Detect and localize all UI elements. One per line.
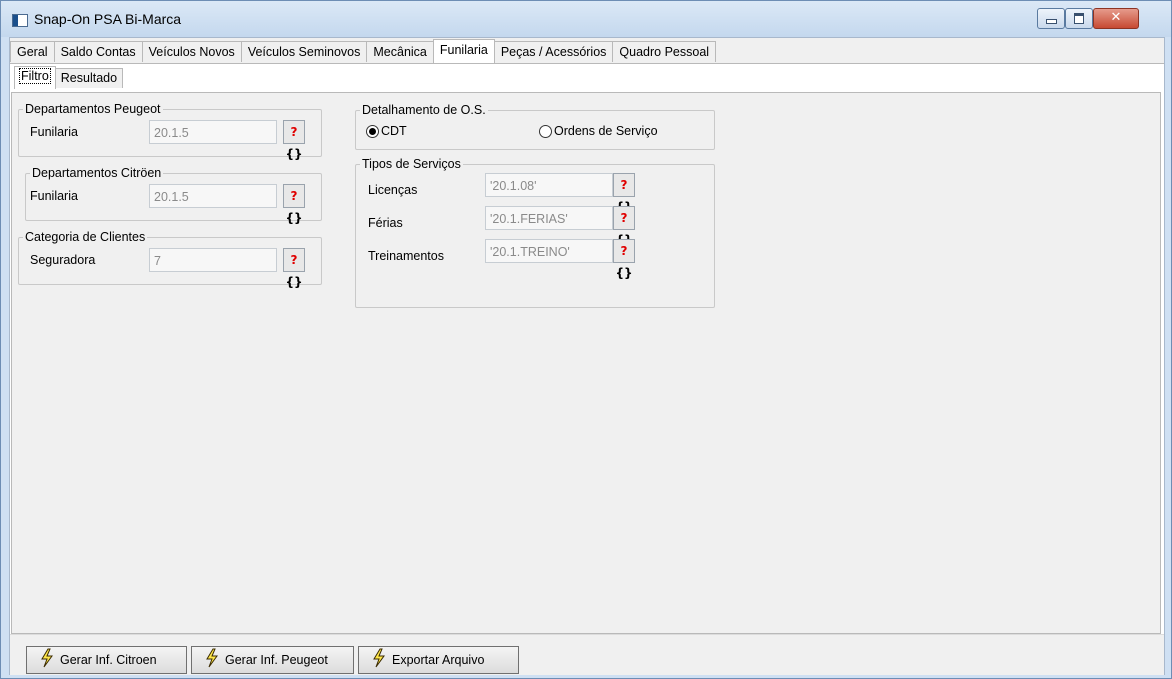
tab-saldo-contas[interactable]: Saldo Contas (53, 41, 143, 62)
lookup-icon[interactable]: ? {} (283, 120, 305, 161)
radio-ordens-servico-label[interactable]: Ordens de Serviço (554, 124, 658, 138)
lookup-q: ? (620, 178, 628, 192)
exportar-arquivo-button[interactable]: Exportar Arquivo (358, 646, 519, 674)
gerar-peugeot-label: Gerar Inf. Peugeot (225, 653, 328, 667)
group-categoria-clientes: Categoria de Clientes Seguradora 7 ? {} (18, 230, 322, 289)
window-title: Snap-On PSA Bi-Marca (34, 11, 182, 27)
minimize-button[interactable] (1037, 8, 1065, 29)
radio-cdt-label[interactable]: CDT (381, 124, 407, 138)
group-detalhamento-os: Detalhamento de O.S. CDT Ordens de Servi… (355, 103, 715, 150)
tab-veiculos-novos[interactable]: Veículos Novos (141, 41, 242, 62)
main-tab-strip: Geral Saldo Contas Veículos Novos Veícul… (10, 39, 717, 63)
tab-veiculos-seminovos[interactable]: Veículos Seminovos (240, 41, 368, 62)
lookup-brace: {} (285, 211, 303, 225)
lookup-q: ? (290, 189, 298, 203)
group-legend: Detalhamento de O.S. (360, 103, 488, 117)
maximize-button[interactable] (1065, 8, 1093, 29)
group-departamentos-citroen: Departamentos Citröen Funilaria 20.1.5 ?… (25, 166, 322, 225)
funilaria-page: Filtro Resultado Departamentos Peugeot F… (10, 63, 1164, 634)
field-label: Funilaria (30, 125, 78, 139)
app-window-icon (12, 14, 28, 27)
client-area: Geral Saldo Contas Veículos Novos Veícul… (9, 37, 1165, 675)
group-legend: Departamentos Citröen (30, 166, 164, 180)
ferias-field[interactable]: '20.1.FERIAS' (485, 206, 613, 230)
treinamentos-field[interactable]: '20.1.TREINO' (485, 239, 613, 263)
tab-mecanica[interactable]: Mecânica (366, 41, 434, 62)
group-legend: Tipos de Serviços (360, 157, 463, 171)
exportar-arquivo-label: Exportar Arquivo (392, 653, 485, 667)
tab-pecas-acessorios[interactable]: Peças / Acessórios (493, 41, 614, 62)
main-window: Snap-On PSA Bi-Marca ✕ Geral Saldo Conta… (0, 0, 1172, 679)
seguradora-field[interactable]: 7 (149, 248, 277, 272)
lookup-q: ? (290, 253, 298, 267)
lookup-icon[interactable]: ? {} (283, 184, 305, 225)
maximize-icon (1074, 13, 1084, 24)
sub-tab-strip: Filtro Resultado (14, 66, 124, 91)
citroen-funilaria-field[interactable]: 20.1.5 (149, 184, 277, 208)
licencas-label: Licenças (368, 183, 418, 197)
peugeot-funilaria-field[interactable]: 20.1.5 (149, 120, 277, 144)
lookup-brace: {} (615, 266, 633, 280)
tab-quadro-pessoal[interactable]: Quadro Pessoal (612, 41, 717, 62)
tab-geral[interactable]: Geral (10, 41, 55, 62)
group-legend: Categoria de Clientes (23, 230, 148, 244)
gerar-peugeot-button[interactable]: Gerar Inf. Peugeot (191, 646, 354, 674)
tab-filtro[interactable]: Filtro (14, 66, 56, 89)
gerar-citroen-label: Gerar Inf. Citroen (60, 653, 157, 667)
group-departamentos-peugeot: Departamentos Peugeot Funilaria 20.1.5 ?… (18, 102, 322, 161)
tab-filtro-label: Filtro (19, 68, 51, 84)
treinamentos-label: Treinamentos (368, 249, 444, 263)
radio-ordens-servico[interactable] (539, 125, 552, 138)
lookup-icon[interactable]: ?{} (613, 173, 635, 214)
lightning-bolt-icon (204, 647, 220, 678)
lookup-icon[interactable]: ?{} (613, 206, 635, 247)
lookup-q: ? (290, 125, 298, 139)
close-icon: ✕ (1110, 10, 1122, 25)
lightning-bolt-icon (371, 647, 387, 678)
action-bar: Gerar Inf. Citroen Gerar Inf. Peugeot Ex… (10, 634, 1164, 675)
lookup-q: ? (620, 211, 628, 225)
tab-resultado[interactable]: Resultado (54, 68, 124, 88)
lookup-brace: {} (285, 147, 303, 161)
licencas-field[interactable]: '20.1.08' (485, 173, 613, 197)
lookup-icon[interactable]: ? {} (283, 248, 305, 289)
close-button[interactable]: ✕ (1093, 8, 1139, 29)
field-label: Funilaria (30, 189, 78, 203)
radio-cdt[interactable] (366, 125, 379, 138)
lookup-brace: {} (285, 275, 303, 289)
field-label: Seguradora (30, 253, 96, 267)
filtro-panel: Departamentos Peugeot Funilaria 20.1.5 ?… (11, 92, 1161, 634)
group-tipos-servicos: Tipos de Serviços Licenças '20.1.08' ? {}… (355, 157, 715, 308)
gerar-citroen-button[interactable]: Gerar Inf. Citroen (26, 646, 187, 674)
tab-funilaria[interactable]: Funilaria (432, 39, 495, 63)
group-legend: Departamentos Peugeot (23, 102, 163, 116)
minimize-icon (1046, 19, 1057, 24)
title-bar[interactable]: Snap-On PSA Bi-Marca ✕ (1, 1, 1171, 37)
lookup-q: ? (620, 244, 628, 258)
lookup-icon[interactable]: ? {} (613, 239, 635, 280)
lightning-bolt-icon (39, 647, 55, 678)
ferias-label: Férias (368, 216, 403, 230)
